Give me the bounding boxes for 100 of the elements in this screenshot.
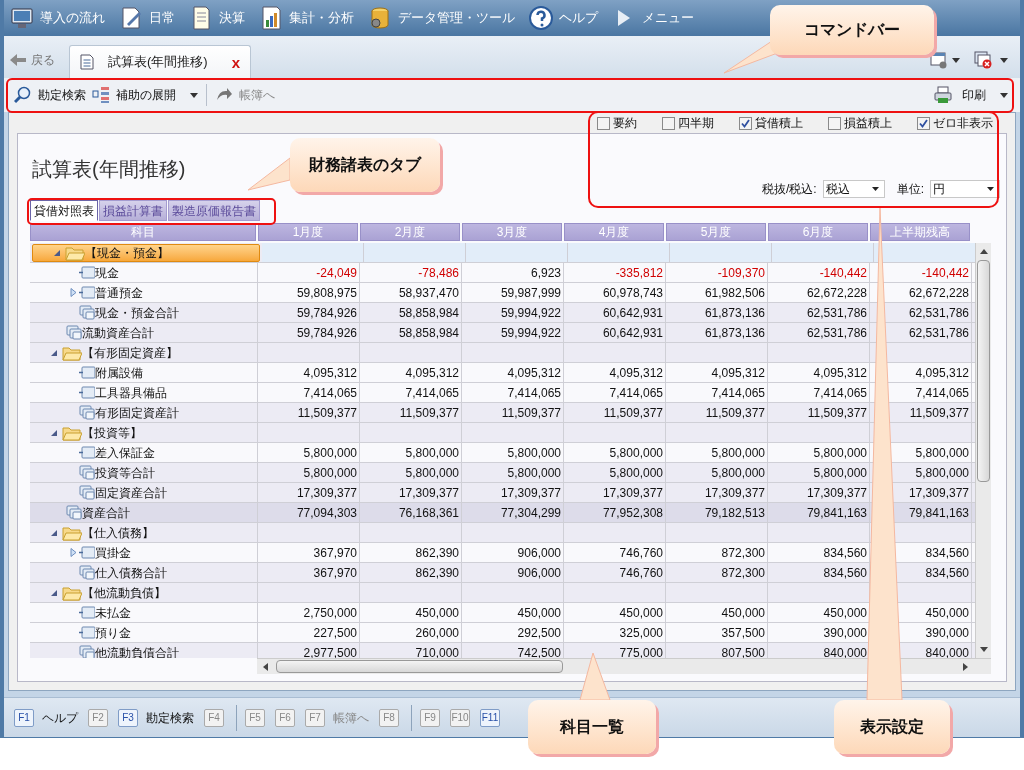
table-cell: 17,309,377 [666, 483, 768, 502]
account-icon [79, 365, 95, 380]
table-cell: 367,970 [258, 563, 360, 582]
scrollbar-thumb[interactable] [276, 660, 563, 673]
account-icon [79, 605, 95, 620]
table-cell: 5,800,000 [666, 463, 768, 482]
folder-icon [62, 344, 82, 361]
tree-item[interactable]: 現金・預金合計 [30, 303, 258, 322]
menu-item[interactable]: 日常 [119, 3, 175, 33]
tree-item[interactable]: 固定資産合計 [30, 483, 258, 502]
menu-item[interactable]: 導入の流れ [10, 3, 105, 33]
tree-item[interactable]: 普通預金 [30, 283, 258, 302]
table-cell: 5,800,000 [564, 463, 666, 482]
bar-chart-icon [259, 6, 283, 30]
table-cell: 59,994,922 [462, 323, 564, 342]
tab[interactable]: 損益計算書 [99, 200, 167, 221]
checkbox-icon[interactable] [917, 116, 930, 130]
scroll-down-icon[interactable] [979, 647, 988, 653]
table-cell: 367,970 [258, 543, 360, 562]
tree-item[interactable]: 仕入債務合計 [30, 563, 258, 582]
menu-item[interactable]: メニュー [612, 3, 694, 33]
collapse-arrow-icon[interactable] [53, 249, 61, 257]
table-cell: 7,414,065 [258, 383, 360, 402]
dropdown[interactable]: 円 [930, 180, 1000, 198]
checkbox-icon[interactable] [662, 116, 675, 130]
table-cell: 77,094,303 [258, 503, 360, 522]
table-cell: 11,509,377 [462, 403, 564, 422]
toolbar-button[interactable]: 勘定検索 [14, 82, 86, 108]
table-cell: 7,414,065 [564, 383, 666, 402]
tree-item[interactable]: 買掛金 [30, 543, 258, 562]
collapse-arrow-icon[interactable] [50, 348, 58, 357]
table-cell: 77,952,308 [564, 503, 666, 522]
menu-item[interactable]: 決算 [189, 3, 245, 33]
tree-item[interactable]: 有形固定資産計 [30, 403, 258, 422]
checkbox-icon[interactable] [739, 116, 752, 130]
checkbox[interactable]: 四半期 [662, 114, 714, 132]
menu-item[interactable]: ヘルプ [529, 3, 598, 33]
collapse-arrow-icon[interactable] [50, 528, 58, 537]
checkbox-icon[interactable] [828, 116, 841, 130]
table-cell: 11,509,377 [258, 403, 360, 422]
scrollbar-thumb[interactable] [977, 260, 990, 482]
table-cell: 58,858,984 [360, 303, 462, 322]
caret-icon [1000, 57, 1008, 63]
search-icon [14, 86, 32, 104]
checkbox[interactable]: 損益積上 [828, 114, 892, 132]
close-button[interactable]: x [231, 54, 240, 70]
page-title: 試算表(年間推移) [31, 157, 186, 182]
table-cell: 58,937,470 [360, 283, 462, 302]
table-cell: 5,800,000 [564, 443, 666, 462]
table-cell: 59,994,922 [462, 303, 564, 322]
function-key[interactable]: F3 勘定検索 [118, 708, 194, 727]
column-header: 5月度 [666, 223, 766, 241]
checkbox[interactable]: 貸借積上 [739, 114, 803, 132]
tree-item[interactable]: 投資等合計 [30, 463, 258, 482]
scroll-left-icon[interactable] [262, 662, 268, 671]
table-cell: 450,000 [666, 603, 768, 622]
checkbox-icon[interactable] [597, 116, 610, 130]
horizontal-scrollbar[interactable] [257, 658, 991, 674]
table-cell: 59,987,999 [462, 283, 564, 302]
tree-item[interactable]: 現金 [30, 263, 258, 282]
collapse-arrow-icon[interactable] [50, 588, 58, 597]
table-cell: 325,000 [564, 623, 666, 642]
table-cell: 59,808,975 [258, 283, 360, 302]
scroll-right-icon[interactable] [963, 662, 969, 671]
table-cell: 2,750,000 [258, 603, 360, 622]
tree-item[interactable]: 工具器具備品 [30, 383, 258, 402]
menu-item[interactable]: 集計・分析 [259, 3, 354, 33]
tab[interactable]: 貸借対照表 [30, 200, 98, 221]
caret-icon [190, 92, 198, 98]
expand-arrow-icon[interactable] [70, 288, 77, 297]
print-button[interactable]: 印刷 [934, 82, 1008, 108]
table-cell: 906,000 [462, 543, 564, 562]
column-header: 2月度 [360, 223, 460, 241]
tree-item[interactable]: 附属設備 [30, 363, 258, 382]
table-cell: 5,800,000 [258, 443, 360, 462]
function-key[interactable]: F11 [480, 708, 500, 727]
document-tab[interactable]: 試算表(年間推移) x [69, 45, 251, 78]
table-cell: 5,800,000 [666, 443, 768, 462]
vertical-scrollbar[interactable] [975, 243, 991, 658]
tab[interactable]: 製造原価報告書 [168, 200, 260, 221]
table-cell: 77,304,299 [462, 503, 564, 522]
function-key[interactable]: F1 ヘルプ [14, 708, 78, 727]
menu-item[interactable]: データ管理・ツール [368, 3, 515, 33]
tree-item[interactable]: 差入保証金 [30, 443, 258, 462]
tree-item[interactable]: 資産合計 [30, 503, 258, 522]
checkbox[interactable]: ゼロ非表示 [917, 114, 993, 132]
tree-item[interactable]: 預り金 [30, 623, 258, 642]
tree-item[interactable]: 未払金 [30, 603, 258, 622]
toolbar-button[interactable]: 補助の展開 [92, 82, 198, 108]
tree-item[interactable]: 流動資産合計 [30, 323, 258, 342]
back-button[interactable]: 戻る [10, 44, 55, 76]
callout: 科目一覧 [528, 700, 656, 754]
tree-item[interactable]: 他流動負債合計 [30, 643, 258, 658]
collapse-arrow-icon[interactable] [50, 428, 58, 437]
expand-arrow-icon[interactable] [70, 548, 77, 557]
table-cell: 7,414,065 [360, 383, 462, 402]
checkbox[interactable]: 要約 [597, 114, 637, 132]
dropdown[interactable]: 税込 [822, 180, 885, 198]
scroll-up-icon[interactable] [979, 248, 988, 254]
tree-item[interactable]: 【現金・預金】 [32, 244, 260, 262]
